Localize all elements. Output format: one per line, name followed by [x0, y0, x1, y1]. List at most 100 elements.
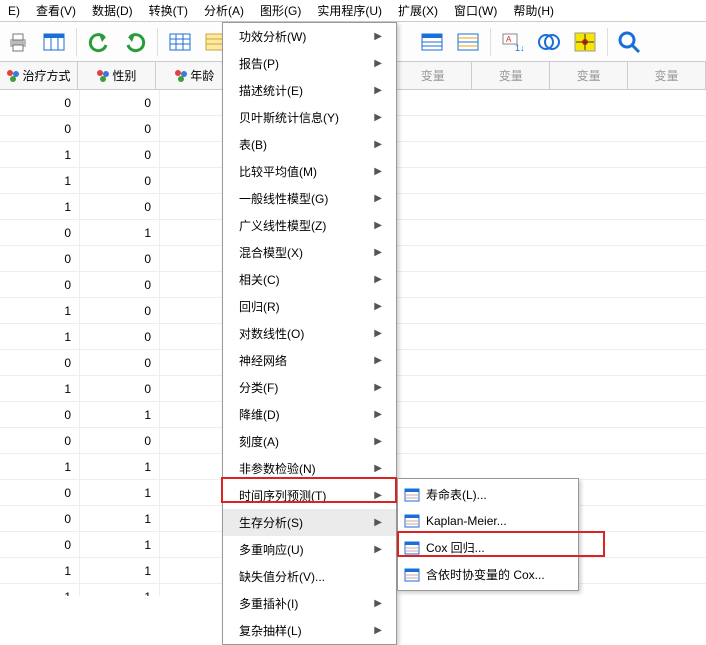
search-icon[interactable] [616, 28, 644, 56]
table-cell[interactable]: 1 [80, 532, 160, 557]
table-cell[interactable]: 0 [80, 90, 160, 115]
sets-icon[interactable] [535, 28, 563, 56]
analyze-menuitem[interactable]: 刻度(A)▶ [223, 428, 396, 455]
table-cell[interactable]: 0 [80, 142, 160, 167]
table-cell[interactable]: 0 [0, 350, 80, 375]
table-cell[interactable]: 0 [80, 376, 160, 401]
table-cell[interactable]: 1 [0, 168, 80, 193]
survival-menuitem[interactable]: Kaplan-Meier... [398, 508, 578, 534]
submenu-arrow-icon: ▶ [374, 328, 382, 339]
analyze-menuitem[interactable]: 一般线性模型(G)▶ [223, 185, 396, 212]
col-empty[interactable]: 变量 [394, 62, 472, 89]
analyze-menuitem[interactable]: 复杂抽样(L)▶ [223, 617, 396, 644]
table-cell[interactable]: 1 [0, 194, 80, 219]
menu-utilities[interactable]: 实用程序(U) [309, 0, 390, 22]
col-empty[interactable]: 变量 [472, 62, 550, 89]
grid3-icon[interactable] [418, 28, 446, 56]
table-cell[interactable]: 0 [80, 246, 160, 271]
table-cell[interactable]: 1 [80, 584, 160, 596]
analyze-menuitem[interactable]: 描述统计(E)▶ [223, 77, 396, 104]
table-cell[interactable]: 1 [80, 402, 160, 427]
table-cell[interactable]: 0 [0, 428, 80, 453]
grid1-icon[interactable] [166, 28, 194, 56]
table-cell[interactable]: 1 [0, 584, 80, 596]
survival-menuitem[interactable]: Cox 回归... [398, 534, 578, 561]
table-cell[interactable]: 0 [0, 272, 80, 297]
undo-icon[interactable] [85, 28, 113, 56]
analyze-menuitem[interactable]: 缺失值分析(V)... [223, 563, 396, 590]
table-cell[interactable]: 1 [0, 142, 80, 167]
data-view-icon[interactable] [40, 28, 68, 56]
table-cell[interactable]: 0 [0, 90, 80, 115]
redo-icon[interactable] [121, 28, 149, 56]
menu-window[interactable]: 窗口(W) [446, 0, 505, 22]
menu-transform[interactable]: 转换(T) [141, 0, 196, 22]
col-label: 治疗方式 [22, 67, 70, 84]
table-cell[interactable]: 0 [0, 480, 80, 505]
menuitem-label: 神经网络 [239, 352, 287, 369]
analyze-menuitem[interactable]: 分类(F)▶ [223, 374, 396, 401]
table-cell[interactable]: 0 [0, 116, 80, 141]
target-icon[interactable] [571, 28, 599, 56]
analyze-menuitem[interactable]: 相关(C)▶ [223, 266, 396, 293]
table-cell[interactable]: 1 [0, 454, 80, 479]
table-cell[interactable]: 0 [80, 350, 160, 375]
col-empty[interactable]: 变量 [628, 62, 706, 89]
menu-view[interactable]: 查看(V) [28, 0, 84, 22]
analyze-menuitem[interactable]: 时间序列预测(T)▶ [223, 482, 396, 509]
analyze-menuitem[interactable]: 功效分析(W)▶ [223, 23, 396, 50]
table-cell[interactable]: 0 [80, 298, 160, 323]
menu-edit[interactable]: E) [0, 1, 28, 21]
table-cell[interactable]: 1 [80, 454, 160, 479]
menu-data[interactable]: 数据(D) [84, 0, 141, 22]
col-therapy[interactable]: 治疗方式 [0, 62, 78, 89]
menu-extensions[interactable]: 扩展(X) [390, 0, 446, 22]
menu-analyze[interactable]: 分析(A) [196, 0, 252, 22]
menuitem-label: 对数线性(O) [239, 325, 304, 342]
table-cell[interactable]: 1 [0, 324, 80, 349]
table-cell[interactable]: 0 [0, 246, 80, 271]
col-sex[interactable]: 性别 [78, 62, 156, 89]
analyze-menuitem[interactable]: 表(B)▶ [223, 131, 396, 158]
menu-graphs[interactable]: 图形(G) [252, 0, 309, 22]
table-cell[interactable]: 1 [0, 298, 80, 323]
table-cell[interactable]: 1 [0, 558, 80, 583]
analyze-menuitem[interactable]: 比较平均值(M)▶ [223, 158, 396, 185]
table-cell[interactable]: 0 [80, 116, 160, 141]
analyze-menuitem[interactable]: 生存分析(S)▶ [223, 509, 396, 536]
analyze-menuitem[interactable]: 降维(D)▶ [223, 401, 396, 428]
table-cell[interactable]: 0 [80, 272, 160, 297]
table-cell[interactable]: 0 [80, 168, 160, 193]
table-cell[interactable]: 0 [0, 532, 80, 557]
analyze-menuitem[interactable]: 多重响应(U)▶ [223, 536, 396, 563]
analyze-menuitem[interactable]: 报告(P)▶ [223, 50, 396, 77]
analyze-menuitem[interactable]: 非参数检验(N)▶ [223, 455, 396, 482]
survival-menuitem[interactable]: 含依时协变量的 Cox... [398, 561, 578, 588]
table-cell[interactable]: 1 [80, 220, 160, 245]
table-cell[interactable]: 1 [0, 376, 80, 401]
table-cell[interactable]: 0 [80, 194, 160, 219]
table-cell[interactable]: 1 [80, 480, 160, 505]
analyze-menuitem[interactable]: 对数线性(O) ▶ [223, 320, 396, 347]
analyze-menuitem[interactable]: 贝叶斯统计信息(Y)▶ [223, 104, 396, 131]
table-cell[interactable]: 1 [80, 506, 160, 531]
analyze-menuitem[interactable]: 广义线性模型(Z)▶ [223, 212, 396, 239]
survival-menuitem[interactable]: 寿命表(L)... [398, 481, 578, 508]
table-cell[interactable]: 0 [80, 324, 160, 349]
table-cell[interactable]: 0 [0, 402, 80, 427]
print-icon[interactable] [4, 28, 32, 56]
menuitem-label: 表(B) [239, 136, 267, 153]
analyze-menuitem[interactable]: 多重插补(I)▶ [223, 590, 396, 617]
table-cell[interactable]: 0 [80, 428, 160, 453]
analyze-menuitem[interactable]: 混合模型(X)▶ [223, 239, 396, 266]
col-empty[interactable]: 变量 [550, 62, 628, 89]
analyze-menuitem[interactable]: 神经网络▶ [223, 347, 396, 374]
table-cell[interactable]: 0 [0, 220, 80, 245]
grid4-icon[interactable] [454, 28, 482, 56]
label-icon[interactable]: A1↓ [499, 28, 527, 56]
analyze-menuitem[interactable]: 回归(R)▶ [223, 293, 396, 320]
analyze-dropdown: 功效分析(W)▶报告(P)▶描述统计(E)▶贝叶斯统计信息(Y)▶表(B)▶比较… [222, 22, 397, 645]
menu-help[interactable]: 帮助(H) [505, 0, 562, 22]
table-cell[interactable]: 1 [80, 558, 160, 583]
table-cell[interactable]: 0 [0, 506, 80, 531]
